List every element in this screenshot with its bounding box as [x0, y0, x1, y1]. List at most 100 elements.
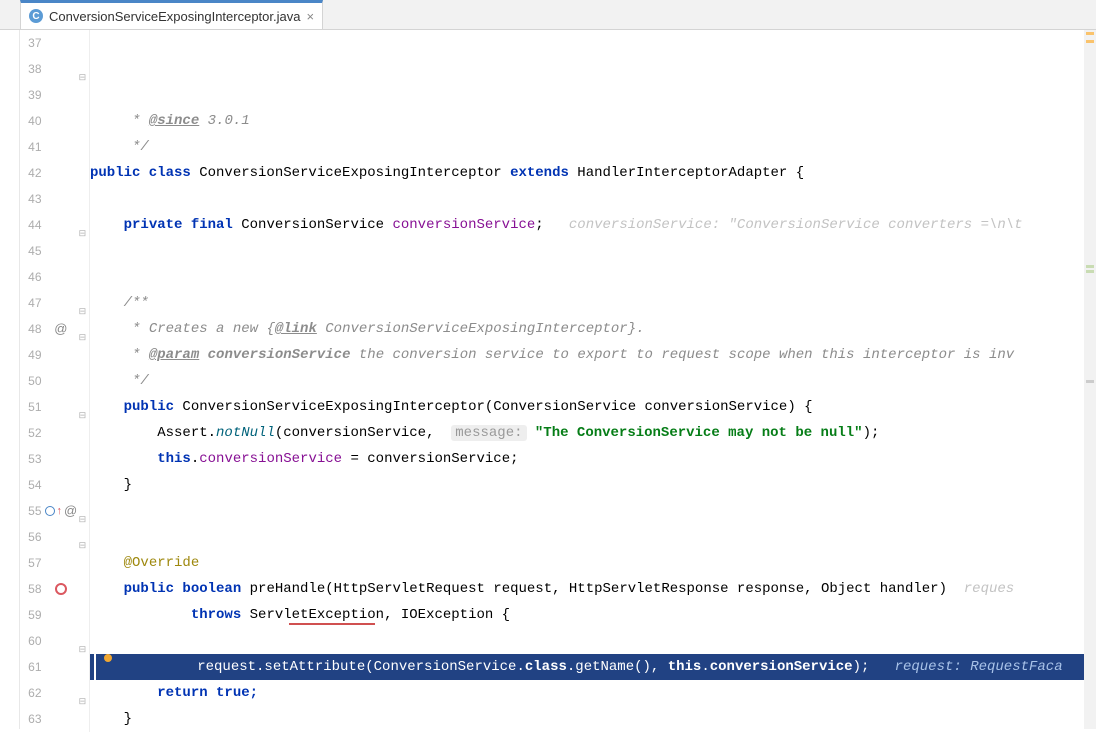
fold-region[interactable]: ⊟	[78, 290, 90, 316]
fold-region[interactable]	[78, 160, 90, 186]
fold-region[interactable]	[78, 602, 90, 628]
code-area[interactable]: * @since 3.0.1 */public class Conversion…	[90, 30, 1084, 729]
fold-region[interactable]: ⊟	[78, 680, 90, 706]
overview-mark[interactable]	[1086, 380, 1094, 383]
gutter-line[interactable]: 48@⊟	[20, 316, 90, 342]
fold-region[interactable]: ⊟	[78, 498, 90, 524]
code-line[interactable]: request.setAttribute(ConversionService.c…	[90, 654, 1084, 680]
gutter-line[interactable]: 58	[20, 576, 90, 602]
fold-region[interactable]	[78, 576, 90, 602]
gutter-line[interactable]: 62⊟	[20, 680, 90, 706]
gutter-line[interactable]: 38 ⊟	[20, 56, 90, 82]
code-line[interactable]: * Creates a new {@link ConversionService…	[90, 316, 1084, 342]
code-token	[90, 451, 157, 467]
gutter-marks	[44, 680, 79, 706]
code-token: /**	[124, 295, 149, 311]
code-line[interactable]: }	[90, 706, 1084, 729]
fold-region[interactable]	[78, 342, 90, 368]
fold-region[interactable]	[78, 446, 90, 472]
overview-mark[interactable]	[1086, 32, 1094, 35]
overview-mark[interactable]	[1086, 270, 1094, 273]
gutter-line[interactable]: 49	[20, 342, 90, 368]
code-line[interactable]: public boolean preHandle(HttpServletRequ…	[90, 576, 1084, 602]
gutter-line[interactable]: 40	[20, 108, 90, 134]
code-token	[90, 139, 132, 155]
gutter-line[interactable]: 52	[20, 420, 90, 446]
gutter-line[interactable]: 37	[20, 30, 90, 56]
code-line[interactable]	[90, 238, 1084, 264]
gutter-line[interactable]: 47⊟	[20, 290, 90, 316]
fold-region[interactable]: ⊟	[78, 316, 90, 342]
fold-region[interactable]	[78, 654, 90, 680]
gutter-line[interactable]: 60⊟	[20, 628, 90, 654]
fold-region[interactable]: ⊟	[78, 628, 90, 654]
overview-mark[interactable]	[1086, 265, 1094, 268]
code-line[interactable]	[90, 498, 1084, 524]
gutter-marks	[44, 160, 79, 186]
code-line[interactable]: this.conversionService = conversionServi…	[90, 446, 1084, 472]
code-line[interactable]: Assert.notNull(conversionService, messag…	[90, 420, 1084, 446]
code-line[interactable]: }	[90, 472, 1084, 498]
close-icon[interactable]: ×	[306, 9, 314, 24]
overview-ruler[interactable]	[1084, 30, 1096, 729]
gutter-line[interactable]: 51⊟	[20, 394, 90, 420]
code-editor[interactable]: 3738⊟394041424344⊟454647⊟48@⊟495051⊟5253…	[0, 30, 1096, 729]
code-line[interactable]: throws ServletException, IOException {	[90, 602, 1084, 628]
code-line[interactable]: public class ConversionServiceExposingIn…	[90, 160, 1084, 186]
fold-region[interactable]	[78, 238, 90, 264]
fold-region[interactable]	[78, 550, 90, 576]
gutter-line[interactable]: 56⊟	[20, 524, 90, 550]
breakpoint-icon[interactable]	[55, 583, 67, 595]
overview-mark[interactable]	[1086, 40, 1094, 43]
code-token: conversionService	[208, 347, 351, 363]
fold-region[interactable]: ⊟	[78, 524, 90, 550]
gutter-line[interactable]: 43	[20, 186, 90, 212]
code-line[interactable]: */	[90, 134, 1084, 160]
code-line[interactable]: * @param conversionService the conversio…	[90, 342, 1084, 368]
fold-region[interactable]: ⊟	[78, 394, 90, 420]
code-line[interactable]: return true;	[90, 680, 1084, 706]
fold-region[interactable]	[78, 134, 90, 160]
fold-region[interactable]	[78, 472, 90, 498]
fold-region[interactable]	[78, 420, 90, 446]
code-line[interactable]: /**	[90, 290, 1084, 316]
gutter-line[interactable]: 57	[20, 550, 90, 576]
code-line[interactable]	[90, 264, 1084, 290]
gutter-line[interactable]: 39	[20, 82, 90, 108]
gutter-line[interactable]: 63	[20, 706, 90, 732]
fold-region[interactable]	[78, 264, 90, 290]
fold-region[interactable]	[78, 368, 90, 394]
gutter-line[interactable]: 54	[20, 472, 90, 498]
fold-region[interactable]	[78, 30, 90, 56]
gutter-line[interactable]: 41	[20, 134, 90, 160]
line-number: 58	[20, 576, 44, 602]
override-icon[interactable]	[45, 506, 55, 516]
line-number: 38	[20, 56, 44, 82]
code-line[interactable]	[90, 524, 1084, 550]
gutter-line[interactable]: 46	[20, 264, 90, 290]
fold-region[interactable]	[78, 706, 90, 732]
code-line[interactable]: private final ConversionService conversi…	[90, 212, 1084, 238]
gutter-marks	[44, 134, 79, 160]
code-line[interactable]: * @since 3.0.1	[90, 108, 1084, 134]
fold-region[interactable]	[78, 108, 90, 134]
file-tab[interactable]: C ConversionServiceExposingInterceptor.j…	[20, 0, 323, 29]
code-line[interactable]: */	[90, 368, 1084, 394]
code-line[interactable]: @Override	[90, 550, 1084, 576]
gutter-line[interactable]: 61	[20, 654, 90, 680]
gutter-line[interactable]: 42	[20, 160, 90, 186]
fold-region[interactable]: ⊟	[78, 56, 90, 82]
fold-region[interactable]	[78, 82, 90, 108]
gutter-line[interactable]: 50	[20, 368, 90, 394]
gutter[interactable]: 3738⊟394041424344⊟454647⊟48@⊟495051⊟5253…	[20, 30, 90, 729]
code-line[interactable]	[90, 628, 1084, 654]
fold-region[interactable]	[78, 186, 90, 212]
fold-region[interactable]: ⊟	[78, 212, 90, 238]
gutter-line[interactable]: 59	[20, 602, 90, 628]
gutter-line[interactable]: 55↑@⊟	[20, 498, 90, 524]
gutter-line[interactable]: 53	[20, 446, 90, 472]
code-line[interactable]: public ConversionServiceExposingIntercep…	[90, 394, 1084, 420]
code-line[interactable]	[90, 186, 1084, 212]
gutter-line[interactable]: 45	[20, 238, 90, 264]
gutter-line[interactable]: 44⊟	[20, 212, 90, 238]
